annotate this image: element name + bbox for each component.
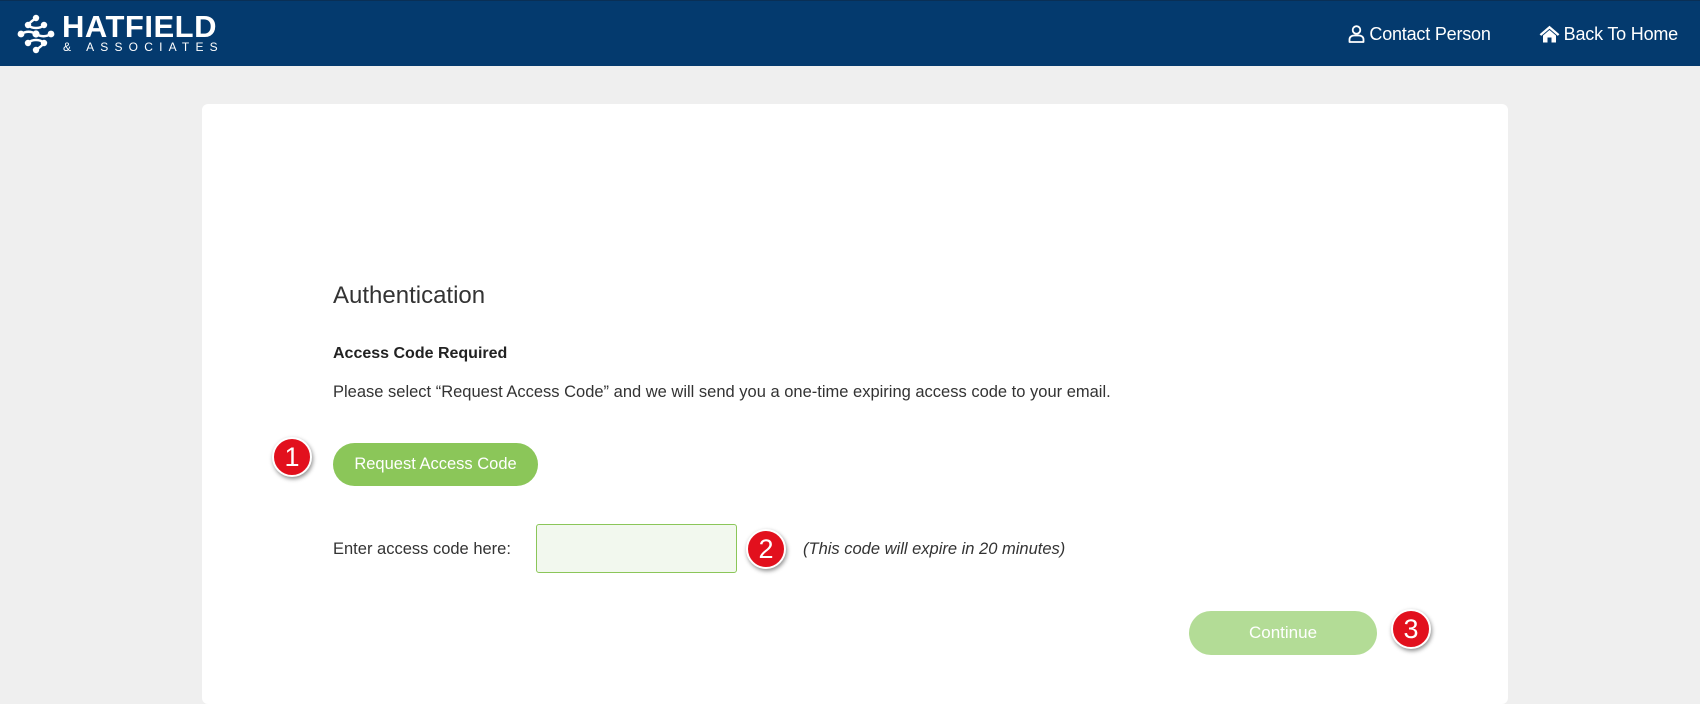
logo-main-text: HATFIELD — [62, 9, 217, 44]
logo-sub-text: & ASSOCIATES — [63, 40, 224, 54]
expire-note: (This code will expire in 20 minutes) — [803, 540, 1066, 558]
access-code-input[interactable] — [536, 524, 737, 573]
home-icon — [1539, 25, 1560, 43]
hatfield-logo[interactable]: HATFIELD & ASSOCIATES — [16, 9, 224, 57]
step-marker-3: 3 — [1391, 609, 1431, 649]
user-icon — [1348, 25, 1365, 43]
logo-mark-icon — [17, 14, 55, 54]
request-access-code-button[interactable]: Request Access Code — [333, 443, 538, 486]
access-code-label: Enter access code here: — [333, 540, 511, 558]
continue-button[interactable]: Continue — [1189, 611, 1377, 655]
back-to-home-link[interactable]: Back To Home — [1539, 24, 1678, 45]
top-navbar: HATFIELD & ASSOCIATES Contact Person Bac… — [0, 0, 1700, 66]
back-to-home-label: Back To Home — [1563, 23, 1679, 44]
step-marker-2: 2 — [746, 529, 786, 569]
page-title: Authentication — [333, 282, 486, 309]
header-nav: Contact Person Back To Home — [1348, 1, 1700, 67]
instructions-text: Please select “Request Access Code” and … — [333, 383, 1111, 401]
contact-person-link[interactable]: Contact Person — [1348, 23, 1491, 45]
contact-person-label: Contact Person — [1369, 23, 1491, 44]
access-code-required-heading: Access Code Required — [333, 345, 508, 362]
step-marker-1: 1 — [272, 437, 312, 477]
authentication-card: Authentication Access Code Required Plea… — [202, 104, 1508, 704]
